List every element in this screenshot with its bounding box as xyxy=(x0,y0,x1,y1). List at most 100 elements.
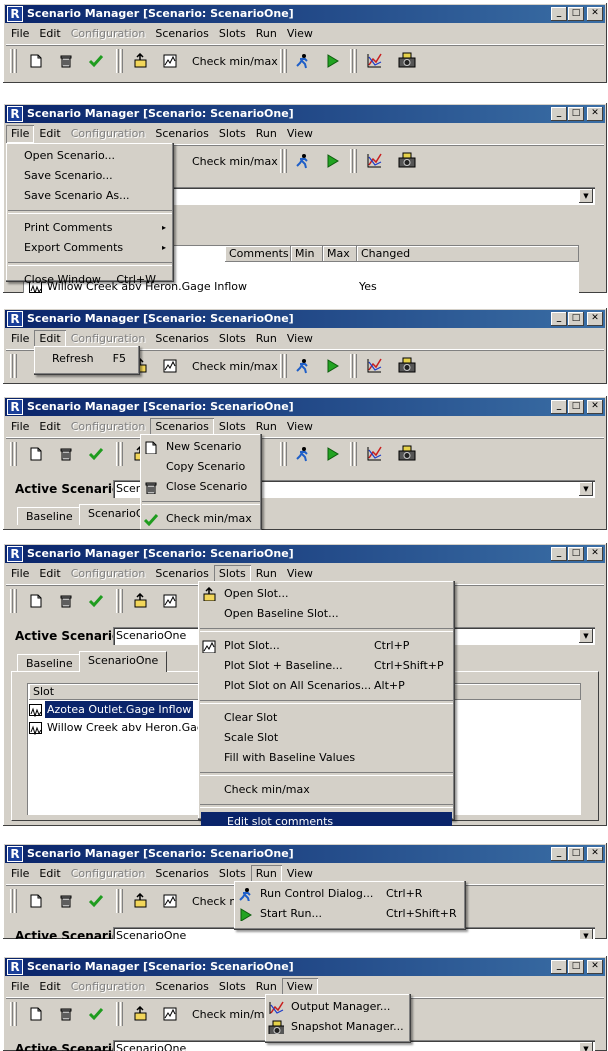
toolbar-grip[interactable] xyxy=(120,589,123,613)
menu-slots[interactable]: Slots xyxy=(214,125,251,143)
new-scenario-icon[interactable] xyxy=(24,49,48,73)
menu-plot-slot-all-scenarios[interactable]: Plot Slot on All Scenarios... Alt+P xyxy=(198,676,455,696)
menu-configuration[interactable]: Configuration xyxy=(66,865,151,883)
menu-run[interactable]: Run xyxy=(251,25,282,43)
close-button[interactable]: ✕ xyxy=(587,7,603,21)
toolbar-grip[interactable] xyxy=(350,149,353,173)
run-control-icon[interactable] xyxy=(290,49,314,73)
check-minmax-button[interactable]: Check min/max xyxy=(192,889,236,913)
minimize-button[interactable]: _ xyxy=(551,400,567,414)
menu-file[interactable]: File xyxy=(6,25,34,43)
toolbar-grip[interactable] xyxy=(120,1002,123,1026)
trash-icon[interactable] xyxy=(54,442,78,466)
chevron-down-icon[interactable]: ▼ xyxy=(579,1042,593,1051)
menu-view[interactable]: View xyxy=(282,25,318,43)
table-row[interactable]: Willow Creek abv Heron.Gage I xyxy=(29,719,219,736)
toolbar-grip[interactable] xyxy=(10,354,13,378)
start-run-icon[interactable] xyxy=(320,149,344,173)
menu-scenarios[interactable]: Scenarios xyxy=(150,978,214,996)
menu-configuration[interactable]: Configuration xyxy=(66,25,151,43)
menu-plot-slot[interactable]: Plot Slot... Ctrl+P xyxy=(198,636,455,656)
menu-run[interactable]: Run xyxy=(251,125,282,143)
plot-slot-icon[interactable] xyxy=(158,49,182,73)
menu-edit[interactable]: Edit xyxy=(34,565,65,583)
plot-slot-icon[interactable] xyxy=(158,889,182,913)
minimize-button[interactable]: _ xyxy=(551,107,567,121)
menu-scenarios[interactable]: Scenarios xyxy=(150,330,214,348)
run-control-icon[interactable] xyxy=(290,354,314,378)
menu-new-scenario[interactable]: New Scenario xyxy=(140,437,262,457)
toolbar-grip[interactable] xyxy=(116,889,119,913)
toolbar-grip[interactable] xyxy=(284,442,287,466)
menu-run[interactable]: Run xyxy=(251,330,282,348)
toolbar-grip[interactable] xyxy=(14,1002,17,1026)
check-icon[interactable] xyxy=(84,1002,108,1026)
toolbar-grip[interactable] xyxy=(354,442,357,466)
menu-open-scenario[interactable]: Open Scenario... xyxy=(6,146,174,166)
menu-slots[interactable]: Slots xyxy=(214,330,251,348)
chevron-down-icon[interactable]: ▼ xyxy=(579,629,593,643)
check-minmax-button[interactable]: Check min/max xyxy=(192,49,278,73)
maximize-button[interactable]: □ xyxy=(568,7,584,21)
menu-file[interactable]: File xyxy=(6,865,34,883)
menu-snapshot-manager[interactable]: Snapshot Manager... xyxy=(265,1017,411,1037)
toolbar-grip[interactable] xyxy=(354,149,357,173)
column-changed[interactable]: Changed xyxy=(357,246,579,262)
menu-check-minmax[interactable]: Check min/max xyxy=(140,509,262,529)
menu-edit[interactable]: Edit xyxy=(34,25,65,43)
toolbar-grip[interactable] xyxy=(284,354,287,378)
menu-fill-baseline-values[interactable]: Fill with Baseline Values xyxy=(198,748,455,768)
toolbar-grip[interactable] xyxy=(116,442,119,466)
menu-run-control-dialog[interactable]: Run Control Dialog... Ctrl+R xyxy=(234,884,466,904)
minimize-button[interactable]: _ xyxy=(551,847,567,861)
start-run-icon[interactable] xyxy=(320,49,344,73)
menu-scenarios[interactable]: Scenarios xyxy=(150,125,214,143)
run-control-icon[interactable] xyxy=(290,442,314,466)
new-scenario-icon[interactable] xyxy=(24,442,48,466)
start-run-icon[interactable] xyxy=(320,354,344,378)
plot-slot-icon[interactable] xyxy=(158,354,182,378)
toolbar-grip[interactable] xyxy=(10,589,13,613)
toolbar-grip[interactable] xyxy=(284,49,287,73)
toolbar-grip[interactable] xyxy=(14,354,17,378)
toolbar-grip[interactable] xyxy=(14,442,17,466)
toolbar-grip[interactable] xyxy=(10,49,13,73)
title-bar[interactable]: R Scenario Manager [Scenario: ScenarioOn… xyxy=(5,310,605,328)
toolbar-grip[interactable] xyxy=(10,1002,13,1026)
output-manager-icon[interactable] xyxy=(362,49,388,73)
trash-icon[interactable] xyxy=(54,49,78,73)
check-icon[interactable] xyxy=(84,589,108,613)
minimize-button[interactable]: _ xyxy=(551,547,567,561)
menu-file[interactable]: File xyxy=(6,565,34,583)
title-bar[interactable]: R Scenario Manager [Scenario: ScenarioOn… xyxy=(5,398,605,416)
menu-edit-slot-comments[interactable]: Edit slot comments xyxy=(201,812,452,826)
menu-file[interactable]: File xyxy=(6,125,34,143)
menu-scale-slot[interactable]: Scale Slot xyxy=(198,728,455,748)
toolbar-grip[interactable] xyxy=(120,889,123,913)
toolbar-grip[interactable] xyxy=(120,442,123,466)
title-bar[interactable]: R Scenario Manager [Scenario: ScenarioOn… xyxy=(5,545,605,563)
menu-print-comments[interactable]: Print Comments ▸ xyxy=(6,218,174,238)
maximize-button[interactable]: □ xyxy=(568,960,584,974)
snapshot-manager-icon[interactable] xyxy=(394,49,420,73)
maximize-button[interactable]: □ xyxy=(568,107,584,121)
column-max[interactable]: Max xyxy=(323,246,357,262)
menu-edit[interactable]: Edit xyxy=(34,978,65,996)
start-run-icon[interactable] xyxy=(320,442,344,466)
minimize-button[interactable]: _ xyxy=(551,7,567,21)
open-slot-icon[interactable] xyxy=(128,889,152,913)
menu-close-window[interactable]: Close Window Ctrl+W xyxy=(6,270,174,290)
new-scenario-icon[interactable] xyxy=(24,1002,48,1026)
column-comments[interactable]: Comments xyxy=(225,246,291,262)
menu-view[interactable]: View xyxy=(282,418,318,436)
menu-close-scenario[interactable]: Close Scenario xyxy=(140,477,262,497)
menu-open-baseline-slot[interactable]: Open Baseline Slot... xyxy=(198,604,455,624)
close-button[interactable]: ✕ xyxy=(587,960,603,974)
menu-copy-scenario[interactable]: Copy Scenario xyxy=(140,457,262,477)
close-button[interactable]: ✕ xyxy=(587,107,603,121)
open-slot-icon[interactable] xyxy=(128,1002,152,1026)
menu-export-comments[interactable]: Export Comments ▸ xyxy=(6,238,174,258)
close-button[interactable]: ✕ xyxy=(587,312,603,326)
toolbar-grip[interactable] xyxy=(14,589,17,613)
menu-slots[interactable]: Slots xyxy=(214,978,251,996)
